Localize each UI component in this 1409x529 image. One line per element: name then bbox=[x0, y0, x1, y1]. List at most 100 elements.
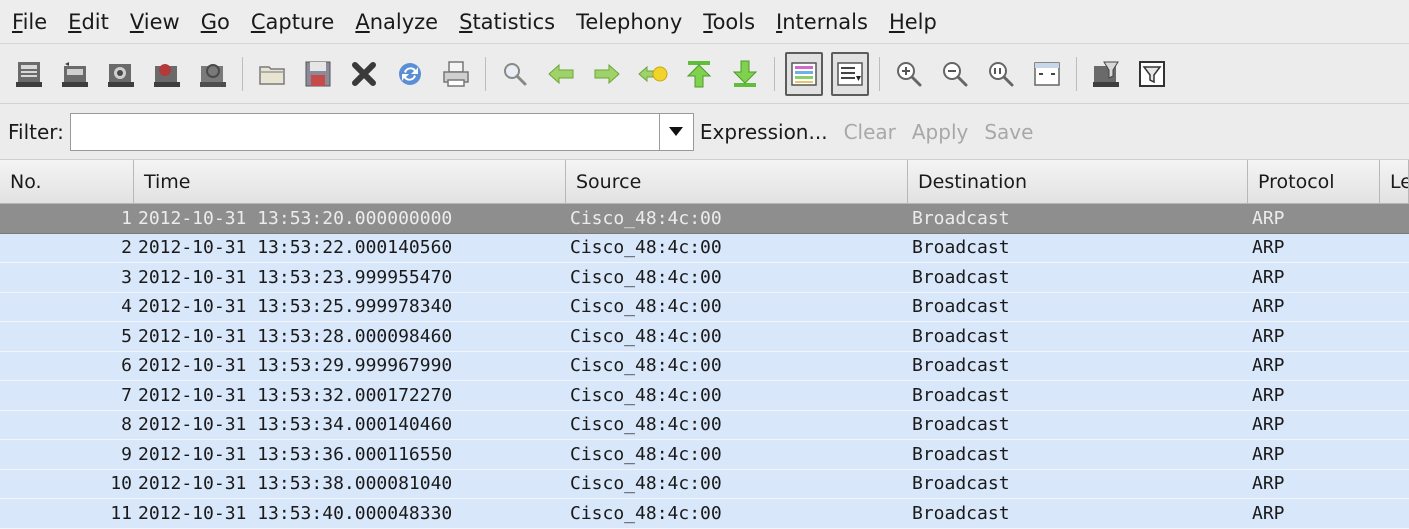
toolbar-separator bbox=[1076, 56, 1077, 91]
menu-capture[interactable]: Capture bbox=[251, 10, 335, 34]
filter-input[interactable] bbox=[69, 112, 660, 151]
menu-internals[interactable]: Internals bbox=[776, 10, 868, 34]
close-file-icon[interactable] bbox=[345, 52, 383, 96]
packet-destination: Broadcast bbox=[912, 443, 1010, 465]
print-icon[interactable] bbox=[437, 52, 475, 96]
packet-time: 2012-10-31 13:53:20.000000000 bbox=[138, 207, 453, 229]
menu-file[interactable]: File bbox=[12, 10, 47, 34]
column-header-length[interactable]: Le bbox=[1380, 160, 1409, 203]
packet-protocol: ARP bbox=[1252, 237, 1285, 259]
toolbar-separator bbox=[774, 56, 775, 91]
packet-source: Cisco_48:4c:00 bbox=[570, 207, 722, 229]
packet-row[interactable]: 5 2012-10-31 13:53:28.000098460 Cisco_48… bbox=[0, 322, 1409, 352]
packet-destination: Broadcast bbox=[912, 473, 1010, 495]
packet-source: Cisco_48:4c:00 bbox=[570, 384, 722, 406]
column-header-protocol[interactable]: Protocol bbox=[1248, 160, 1380, 203]
packet-time: 2012-10-31 13:53:28.000098460 bbox=[138, 325, 453, 347]
packet-source: Cisco_48:4c:00 bbox=[570, 325, 722, 347]
packet-protocol: ARP bbox=[1252, 443, 1285, 465]
packet-source: Cisco_48:4c:00 bbox=[570, 473, 722, 495]
packet-row[interactable]: 6 2012-10-31 13:53:29.999967990 Cisco_48… bbox=[0, 351, 1409, 381]
column-header-destination[interactable]: Destination bbox=[908, 160, 1248, 203]
restart-capture-icon[interactable] bbox=[194, 52, 232, 96]
menu-statistics[interactable]: Statistics bbox=[459, 10, 555, 34]
packet-row[interactable]: 1 2012-10-31 13:53:20.000000000 Cisco_48… bbox=[0, 204, 1409, 234]
packet-row[interactable]: 10 2012-10-31 13:53:38.000081040 Cisco_4… bbox=[0, 469, 1409, 499]
packet-list[interactable]: No. Time Source Destination Protocol Le … bbox=[0, 160, 1409, 529]
colorize-icon[interactable] bbox=[785, 51, 823, 96]
menu-bar: File Edit View Go Capture Analyze Statis… bbox=[0, 0, 1409, 44]
capture-filters-icon[interactable] bbox=[1087, 52, 1125, 96]
go-first-icon[interactable] bbox=[680, 52, 718, 96]
packet-no: 8 bbox=[121, 414, 132, 436]
display-filters-icon[interactable] bbox=[1133, 52, 1171, 96]
stop-capture-icon[interactable] bbox=[148, 52, 186, 96]
packet-protocol: ARP bbox=[1252, 266, 1285, 288]
packet-no: 9 bbox=[121, 443, 132, 465]
zoom-out-icon[interactable] bbox=[936, 52, 974, 96]
packet-protocol: ARP bbox=[1252, 414, 1285, 436]
packet-no: 4 bbox=[121, 296, 132, 318]
find-packet-icon[interactable] bbox=[496, 52, 534, 96]
save-file-icon[interactable] bbox=[299, 52, 337, 96]
packet-row[interactable]: 4 2012-10-31 13:53:25.999978340 Cisco_48… bbox=[0, 292, 1409, 322]
go-back-icon[interactable] bbox=[542, 52, 580, 96]
column-header-source[interactable]: Source bbox=[566, 160, 908, 203]
packet-row[interactable]: 11 2012-10-31 13:53:40.000048330 Cisco_4… bbox=[0, 499, 1409, 529]
start-capture-icon[interactable] bbox=[102, 52, 140, 96]
menu-go[interactable]: Go bbox=[201, 10, 230, 34]
packet-row[interactable]: 8 2012-10-31 13:53:34.000140460 Cisco_48… bbox=[0, 410, 1409, 440]
packet-source: Cisco_48:4c:00 bbox=[570, 296, 722, 318]
packet-destination: Broadcast bbox=[912, 355, 1010, 377]
packet-protocol: ARP bbox=[1252, 296, 1285, 318]
packet-source: Cisco_48:4c:00 bbox=[570, 237, 722, 259]
main-toolbar bbox=[0, 44, 1409, 104]
packet-time: 2012-10-31 13:53:23.999955470 bbox=[138, 266, 453, 288]
auto-scroll-icon[interactable] bbox=[831, 51, 869, 96]
menu-telephony[interactable]: Telephony bbox=[576, 10, 682, 34]
packet-protocol: ARP bbox=[1252, 355, 1285, 377]
packet-destination: Broadcast bbox=[912, 266, 1010, 288]
expression-button[interactable]: Expression... bbox=[700, 120, 828, 144]
column-header-time[interactable]: Time bbox=[134, 160, 566, 203]
save-button[interactable]: Save bbox=[984, 120, 1033, 144]
normal-size-icon[interactable] bbox=[982, 52, 1020, 96]
menu-tools[interactable]: Tools bbox=[703, 10, 755, 34]
packet-time: 2012-10-31 13:53:36.000116550 bbox=[138, 443, 453, 465]
packet-source: Cisco_48:4c:00 bbox=[570, 266, 722, 288]
packet-time: 2012-10-31 13:53:29.999967990 bbox=[138, 355, 453, 377]
reload-file-icon[interactable] bbox=[391, 52, 429, 96]
packet-no: 7 bbox=[121, 384, 132, 406]
column-header-row: No. Time Source Destination Protocol Le bbox=[0, 160, 1409, 204]
resize-columns-icon[interactable] bbox=[1028, 52, 1066, 96]
menu-edit[interactable]: Edit bbox=[68, 10, 109, 34]
menu-analyze[interactable]: Analyze bbox=[355, 10, 438, 34]
packet-source: Cisco_48:4c:00 bbox=[570, 502, 722, 524]
packet-time: 2012-10-31 13:53:32.000172270 bbox=[138, 384, 453, 406]
interface-list-icon[interactable] bbox=[10, 52, 48, 96]
go-last-icon[interactable] bbox=[726, 52, 764, 96]
go-to-packet-icon[interactable] bbox=[634, 52, 672, 96]
packet-time: 2012-10-31 13:53:40.000048330 bbox=[138, 502, 453, 524]
packet-row[interactable]: 9 2012-10-31 13:53:36.000116550 Cisco_48… bbox=[0, 440, 1409, 470]
chevron-down-icon bbox=[669, 127, 684, 136]
capture-options-icon[interactable] bbox=[56, 52, 94, 96]
packet-protocol: ARP bbox=[1252, 502, 1285, 524]
packet-source: Cisco_48:4c:00 bbox=[570, 443, 722, 465]
menu-view[interactable]: View bbox=[130, 10, 180, 34]
go-forward-icon[interactable] bbox=[588, 52, 626, 96]
apply-button[interactable]: Apply bbox=[912, 120, 968, 144]
packet-row[interactable]: 7 2012-10-31 13:53:32.000172270 Cisco_48… bbox=[0, 381, 1409, 411]
filter-dropdown-button[interactable] bbox=[659, 112, 694, 151]
packet-row[interactable]: 2 2012-10-31 13:53:22.000140560 Cisco_48… bbox=[0, 233, 1409, 263]
clear-button[interactable]: Clear bbox=[844, 120, 896, 144]
packet-no: 6 bbox=[121, 355, 132, 377]
packet-destination: Broadcast bbox=[912, 207, 1010, 229]
zoom-in-icon[interactable] bbox=[890, 52, 928, 96]
open-file-icon[interactable] bbox=[253, 52, 291, 96]
column-header-no[interactable]: No. bbox=[0, 160, 134, 203]
packet-protocol: ARP bbox=[1252, 325, 1285, 347]
packet-no: 5 bbox=[121, 325, 132, 347]
packet-row[interactable]: 3 2012-10-31 13:53:23.999955470 Cisco_48… bbox=[0, 263, 1409, 293]
menu-help[interactable]: Help bbox=[889, 10, 937, 34]
